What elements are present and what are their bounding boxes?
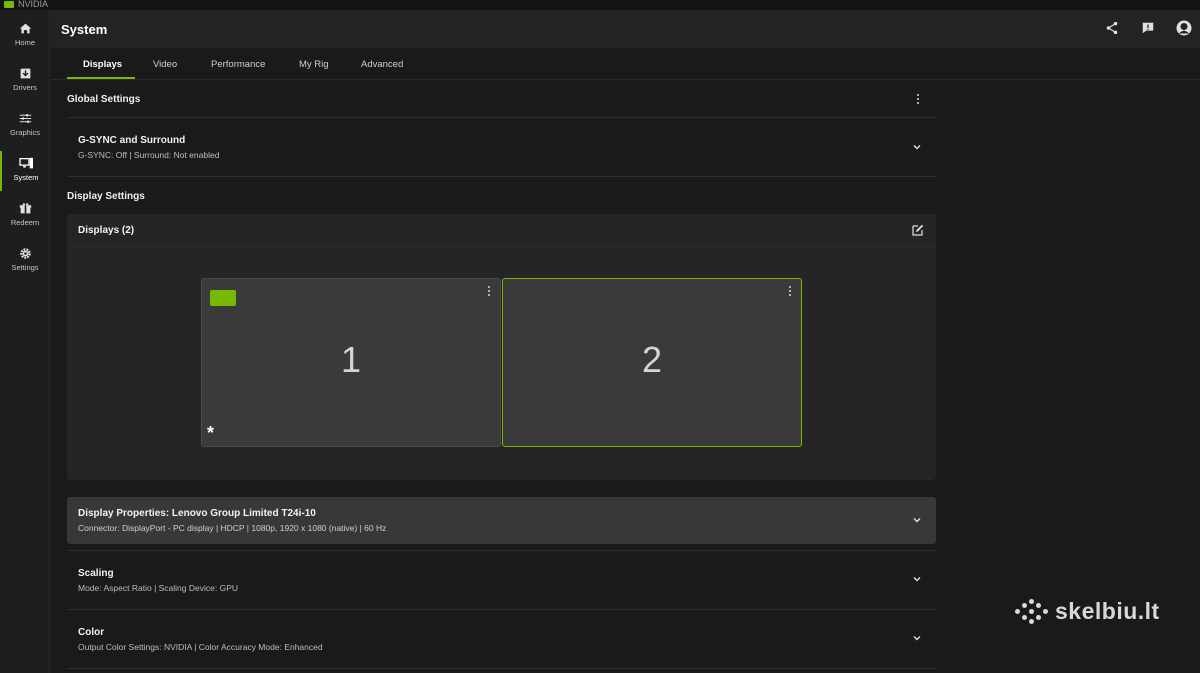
sidebar-item-label: Graphics (9, 128, 40, 137)
gift-icon (17, 200, 33, 216)
gsync-title: G-SYNC and Surround (78, 135, 186, 146)
edit-icon[interactable] (912, 224, 924, 236)
header: System (51, 10, 1200, 48)
sidebar: Home Drivers Graphics System Redeem Sett… (0, 10, 50, 673)
displays-panel-header: Displays (2) (67, 214, 936, 247)
divider (67, 176, 936, 177)
system-icon (18, 155, 34, 171)
sidebar-item-settings[interactable]: Settings (0, 241, 50, 281)
chevron-down-icon (913, 145, 921, 150)
sidebar-item-redeem[interactable]: Redeem (0, 196, 50, 236)
tab-my-rig[interactable]: My Rig (299, 59, 329, 70)
scaling-subtitle: Mode: Aspect Ratio | Scaling Device: GPU (78, 583, 239, 593)
header-actions (1104, 20, 1192, 36)
avatar-icon[interactable] (1176, 20, 1192, 36)
global-settings-title: Global Settings (67, 94, 141, 105)
divider (67, 668, 936, 669)
sliders-icon (17, 110, 33, 126)
displays-count-title: Displays (2) (78, 225, 135, 236)
brand: NVIDIA (4, 0, 48, 9)
chevron-down-icon (913, 577, 921, 582)
sidebar-item-label: Redeem (10, 218, 40, 227)
brand-bar: NVIDIA (0, 0, 1200, 10)
brand-name: NVIDIA (18, 0, 49, 9)
gear-icon (17, 245, 33, 261)
sidebar-item-label: System (13, 173, 39, 182)
sidebar-item-drivers[interactable]: Drivers (0, 61, 50, 101)
sidebar-item-label: Home (14, 38, 35, 47)
nvidia-logo-icon (210, 290, 236, 306)
home-icon (17, 20, 33, 36)
display-2[interactable]: 2 (502, 278, 802, 447)
displays-panel: Displays (2) 1 * 2 (67, 214, 936, 480)
sidebar-item-label: Drivers (13, 83, 37, 92)
feedback-icon[interactable] (1140, 20, 1156, 36)
display-properties-title: Display Properties: Lenovo Group Limited… (78, 508, 316, 519)
display-1-menu-icon[interactable] (483, 284, 495, 298)
display-properties-subtitle: Connector: DisplayPort - PC display | HD… (78, 523, 387, 533)
scaling-title: Scaling (78, 568, 114, 579)
display-number: 1 (340, 339, 362, 380)
share-icon[interactable] (1104, 20, 1120, 36)
active-tab-indicator (67, 77, 135, 79)
tab-bar: Displays Video Performance My Rig Advanc… (51, 48, 1200, 80)
color-title: Color (78, 627, 105, 638)
sidebar-item-system[interactable]: System (0, 151, 50, 191)
scaling-row[interactable]: Scaling Mode: Aspect Ratio | Scaling Dev… (67, 551, 936, 609)
tab-performance[interactable]: Performance (211, 59, 265, 70)
watermark-dots-icon (1015, 598, 1049, 625)
display-2-menu-icon[interactable] (784, 284, 796, 298)
color-subtitle: Output Color Settings: NVIDIA | Color Ac… (78, 642, 323, 652)
watermark: skelbiu.lt (1015, 598, 1160, 625)
sidebar-item-label: Settings (11, 263, 39, 272)
display-1[interactable]: 1 * (201, 278, 501, 447)
display-properties-row[interactable]: Display Properties: Lenovo Group Limited… (67, 497, 936, 544)
display-settings-title: Display Settings (67, 191, 145, 202)
primary-display-marker: * (207, 423, 215, 443)
nvidia-logo-icon (4, 0, 14, 8)
color-row[interactable]: Color Output Color Settings: NVIDIA | Co… (67, 610, 936, 668)
global-settings-menu-icon[interactable] (912, 92, 924, 106)
drivers-icon (17, 65, 33, 81)
watermark-text: skelbiu.lt (1055, 598, 1160, 624)
gsync-subtitle: G-SYNC: Off | Surround: Not enabled (78, 150, 220, 160)
tab-advanced[interactable]: Advanced (361, 59, 403, 70)
tab-video[interactable]: Video (153, 59, 177, 70)
gsync-surround-row[interactable]: G-SYNC and Surround G-SYNC: Off | Surrou… (67, 118, 936, 176)
sidebar-item-graphics[interactable]: Graphics (0, 106, 50, 146)
page-title: System (61, 22, 108, 37)
chevron-down-icon (913, 636, 921, 641)
display-number: 2 (641, 339, 663, 380)
sidebar-item-home[interactable]: Home (0, 16, 50, 56)
chevron-down-icon (913, 518, 921, 523)
tab-displays[interactable]: Displays (83, 59, 122, 70)
